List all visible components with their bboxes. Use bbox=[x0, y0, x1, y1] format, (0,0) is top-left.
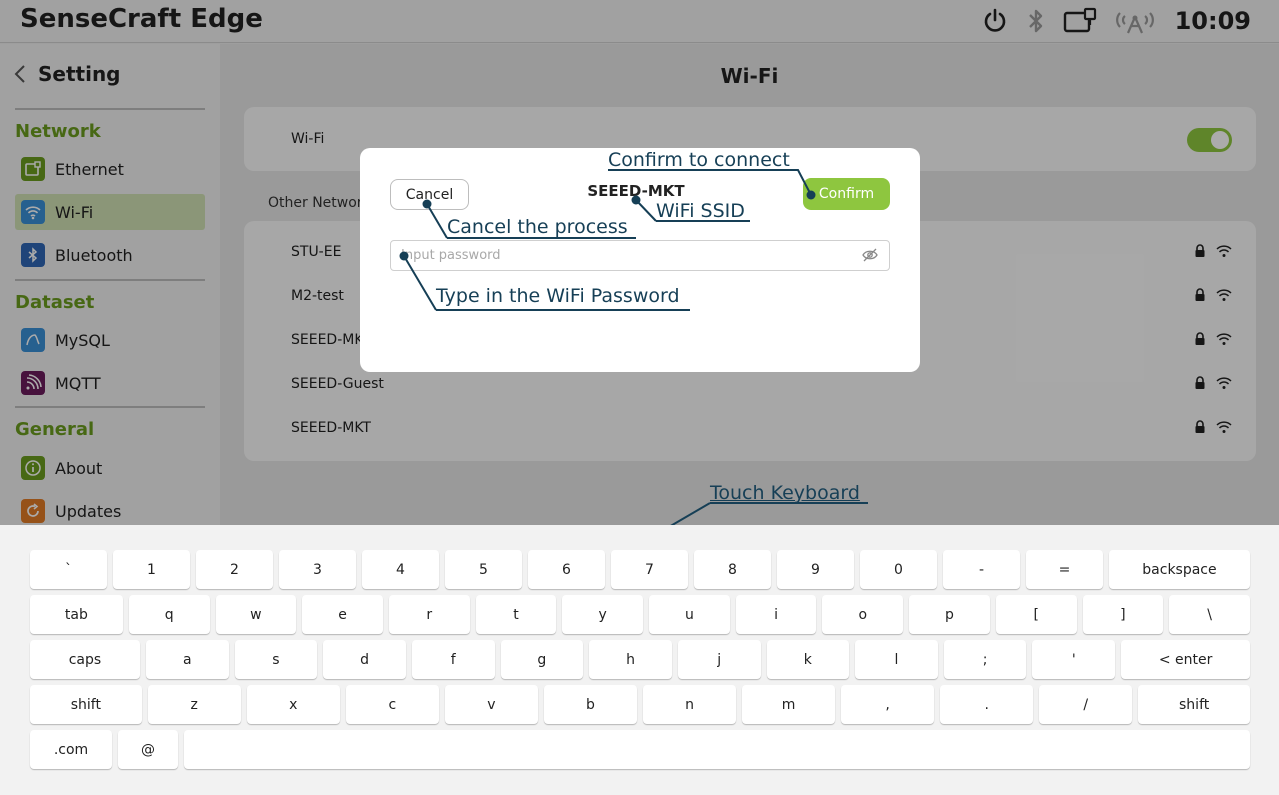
annotation-password: Type in the WiFi Password bbox=[436, 285, 680, 307]
key-8[interactable]: 8 bbox=[694, 550, 771, 589]
eye-off-icon[interactable] bbox=[862, 248, 878, 262]
key-g[interactable]: g bbox=[500, 640, 584, 679]
key-n[interactable]: n bbox=[642, 685, 737, 724]
key-semicolon[interactable]: ; bbox=[943, 640, 1027, 679]
keyboard-row: .com @ bbox=[30, 730, 1250, 769]
key-bracket-left[interactable]: [ bbox=[995, 595, 1077, 634]
wifi-password-dialog: Cancel SEEED-MKT Confirm bbox=[360, 148, 920, 372]
key-x[interactable]: x bbox=[246, 685, 340, 724]
key-c[interactable]: c bbox=[345, 685, 439, 724]
key-v[interactable]: v bbox=[444, 685, 538, 724]
key-6[interactable]: 6 bbox=[528, 550, 605, 589]
key-1[interactable]: 1 bbox=[113, 550, 190, 589]
key-l[interactable]: l bbox=[855, 640, 938, 679]
key-enter[interactable]: < enter bbox=[1121, 640, 1251, 679]
key-h[interactable]: h bbox=[589, 640, 672, 679]
key-z[interactable]: z bbox=[147, 685, 241, 724]
keyboard-row: tab q w e r t y u i o p [ ] \ bbox=[30, 595, 1250, 634]
key-at[interactable]: @ bbox=[118, 730, 178, 769]
key-backspace[interactable]: backspace bbox=[1109, 550, 1250, 589]
key-t[interactable]: t bbox=[475, 595, 557, 634]
key-y[interactable]: y bbox=[562, 595, 644, 634]
key-backslash[interactable]: \ bbox=[1169, 595, 1250, 634]
key-2[interactable]: 2 bbox=[196, 550, 273, 589]
key-equals[interactable]: = bbox=[1026, 550, 1103, 589]
key-backtick[interactable]: ` bbox=[30, 550, 107, 589]
key-a[interactable]: a bbox=[145, 640, 229, 679]
key-caps[interactable]: caps bbox=[30, 640, 140, 679]
key-0[interactable]: 0 bbox=[860, 550, 937, 589]
key-7[interactable]: 7 bbox=[611, 550, 688, 589]
key-period[interactable]: . bbox=[940, 685, 1034, 724]
key-space[interactable] bbox=[184, 730, 1250, 769]
key-p[interactable]: p bbox=[909, 595, 990, 634]
key-m[interactable]: m bbox=[742, 685, 836, 724]
key-comma[interactable]: , bbox=[841, 685, 935, 724]
keyboard-row: caps a s d f g h j k l ; ' < enter bbox=[30, 640, 1251, 679]
key-3[interactable]: 3 bbox=[279, 550, 356, 589]
password-input[interactable] bbox=[390, 240, 890, 271]
key-i[interactable]: i bbox=[735, 595, 817, 634]
key-5[interactable]: 5 bbox=[445, 550, 522, 589]
annotation-keyboard: Touch Keyboard bbox=[710, 482, 860, 504]
annotation-cancel: Cancel the process bbox=[447, 216, 628, 238]
annotation-ssid: WiFi SSID bbox=[656, 200, 745, 222]
key-minus[interactable]: - bbox=[943, 550, 1020, 589]
key-k[interactable]: k bbox=[766, 640, 850, 679]
key-shift-right[interactable]: shift bbox=[1138, 685, 1250, 724]
key-shift-left[interactable]: shift bbox=[30, 685, 142, 724]
key-tab[interactable]: tab bbox=[30, 595, 123, 634]
key-quote[interactable]: ' bbox=[1032, 640, 1116, 679]
key-f[interactable]: f bbox=[411, 640, 495, 679]
annotation-confirm: Confirm to connect bbox=[608, 149, 790, 171]
key-dotcom[interactable]: .com bbox=[30, 730, 112, 769]
key-o[interactable]: o bbox=[822, 595, 904, 634]
key-r[interactable]: r bbox=[388, 595, 470, 634]
keyboard-row: ` 1 2 3 4 5 6 7 8 9 0 - = backspace bbox=[30, 550, 1250, 589]
key-bracket-right[interactable]: ] bbox=[1082, 595, 1164, 634]
confirm-button[interactable]: Confirm bbox=[803, 178, 890, 210]
keyboard-row: shift z x c v b n m , . / shift bbox=[30, 685, 1250, 724]
key-9[interactable]: 9 bbox=[777, 550, 854, 589]
key-d[interactable]: d bbox=[323, 640, 406, 679]
key-w[interactable]: w bbox=[215, 595, 297, 634]
touch-keyboard: ` 1 2 3 4 5 6 7 8 9 0 - = backspace tab … bbox=[0, 525, 1279, 795]
key-slash[interactable]: / bbox=[1039, 685, 1133, 724]
key-s[interactable]: s bbox=[234, 640, 318, 679]
key-j[interactable]: j bbox=[677, 640, 761, 679]
key-e[interactable]: e bbox=[302, 595, 383, 634]
key-q[interactable]: q bbox=[128, 595, 210, 634]
key-b[interactable]: b bbox=[543, 685, 637, 724]
key-u[interactable]: u bbox=[649, 595, 730, 634]
key-4[interactable]: 4 bbox=[362, 550, 439, 589]
